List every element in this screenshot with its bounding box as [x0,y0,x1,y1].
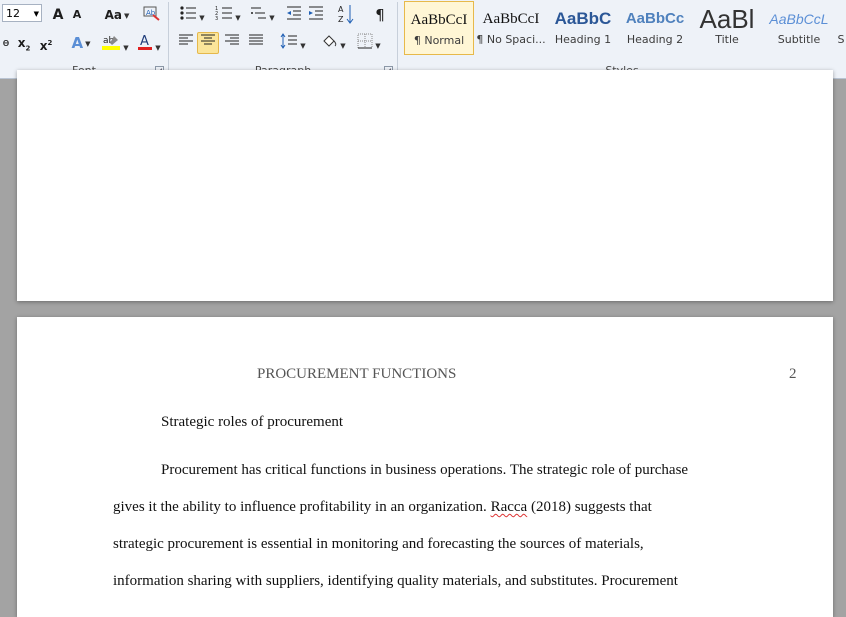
misspelled-word[interactable]: Racca [491,499,528,515]
svg-text:Z: Z [338,15,344,24]
style-heading-2[interactable]: AaBbCc Heading 2 [620,1,690,55]
numbering-button[interactable]: 1 2 3 ▼ [211,4,245,26]
decrease-indent-button[interactable] [283,4,305,26]
text-effects-icon: A [71,34,84,52]
align-left-button[interactable] [175,32,197,54]
align-center-button[interactable] [197,32,219,54]
align-right-button[interactable] [221,32,243,54]
section-heading: Strategic roles of procurement [161,414,344,430]
bullets-button[interactable]: ▼ [175,4,209,26]
clear-formatting-button[interactable]: Ab [140,4,164,26]
borders-icon [357,33,373,49]
body-line: Procurement has critical functions in bu… [161,462,689,478]
justify-button[interactable] [245,32,267,54]
align-right-icon [225,34,239,45]
sort-button[interactable]: AZ [335,2,357,28]
font-size-select[interactable]: 12 ▼ [2,4,42,22]
document-page-1[interactable] [17,70,833,301]
document-page-2[interactable]: PROCUREMENT FUNCTIONS 2 Strategic roles … [17,317,833,617]
paragraph-group: ▼ 1 2 3 ▼ ▼ AZ ¶ ▼ ▼ ▼ [169,0,397,78]
line-spacing-button[interactable]: ▼ [277,32,309,54]
font-group: 12 ▼ A A Aa▼ Ab ɵ x2 x2 A▼ ab▼ A▼ Font ◢ [0,0,168,78]
show-formatting-button[interactable]: ¶ [369,4,391,26]
font-color-icon: A [138,34,153,50]
shading-button[interactable]: ▼ [317,32,349,54]
svg-text:A: A [140,34,149,49]
borders-button[interactable]: ▼ [353,32,385,54]
svg-text:A: A [338,5,344,14]
highlighter-icon: ab [102,36,121,50]
style-title[interactable]: AaBl Title [692,1,762,55]
page-number: 2 [789,366,797,382]
increase-indent-button[interactable] [305,4,327,26]
multilevel-list-button[interactable]: ▼ [245,4,279,26]
subscript-button[interactable]: x2 [14,32,34,54]
align-center-icon [201,34,215,45]
superscript-button[interactable]: x2 [36,32,56,54]
change-case-button[interactable]: Aa ▼ [100,4,134,26]
increase-indent-icon [309,6,323,20]
style-heading-1[interactable]: AaBbC Heading 1 [548,1,618,55]
font-color-button[interactable]: A ▼ [134,32,164,54]
grow-font-button[interactable]: A [48,4,68,26]
font-size-value: 12 [6,7,20,20]
strikethrough-button[interactable]: ɵ [0,32,12,54]
decrease-indent-icon [287,6,301,20]
sort-az-icon: AZ [338,5,354,24]
running-header: PROCUREMENT FUNCTIONS [257,366,457,382]
style-subtitle[interactable]: AaBbCcL Subtitle [764,1,834,55]
chevron-down-icon: ▼ [33,10,39,18]
style-next-partial[interactable]: S [836,1,846,55]
body-line: gives it the ability to influence profit… [113,499,652,515]
bullet-list-icon [180,6,197,20]
clear-format-icon: Ab [143,6,160,21]
line-spacing-icon [280,33,298,49]
pilcrow-icon: ¶ [375,6,385,24]
shrink-font-button[interactable]: A [68,4,86,26]
style-normal[interactable]: AaBbCcI ¶ Normal [404,1,474,55]
style-no-spacing[interactable]: AaBbCcI ¶ No Spaci... [476,1,546,55]
text-effects-button[interactable]: A ▼ [66,32,96,54]
align-left-icon [179,34,193,45]
paint-bucket-icon [323,35,337,47]
svg-text:3: 3 [215,16,218,21]
justify-icon [249,34,263,45]
multilevel-list-icon [251,7,267,19]
body-line: strategic procurement is essential in mo… [113,536,644,552]
numbered-list-icon: 123 [215,6,233,22]
styles-group: AaBbCcI ¶ Normal AaBbCcI ¶ No Spaci... A… [398,0,846,78]
highlight-button[interactable]: ab ▼ [98,32,132,54]
body-line: information sharing with suppliers, iden… [113,573,678,589]
ribbon: 12 ▼ A A Aa▼ Ab ɵ x2 x2 A▼ ab▼ A▼ Font ◢… [0,0,846,79]
